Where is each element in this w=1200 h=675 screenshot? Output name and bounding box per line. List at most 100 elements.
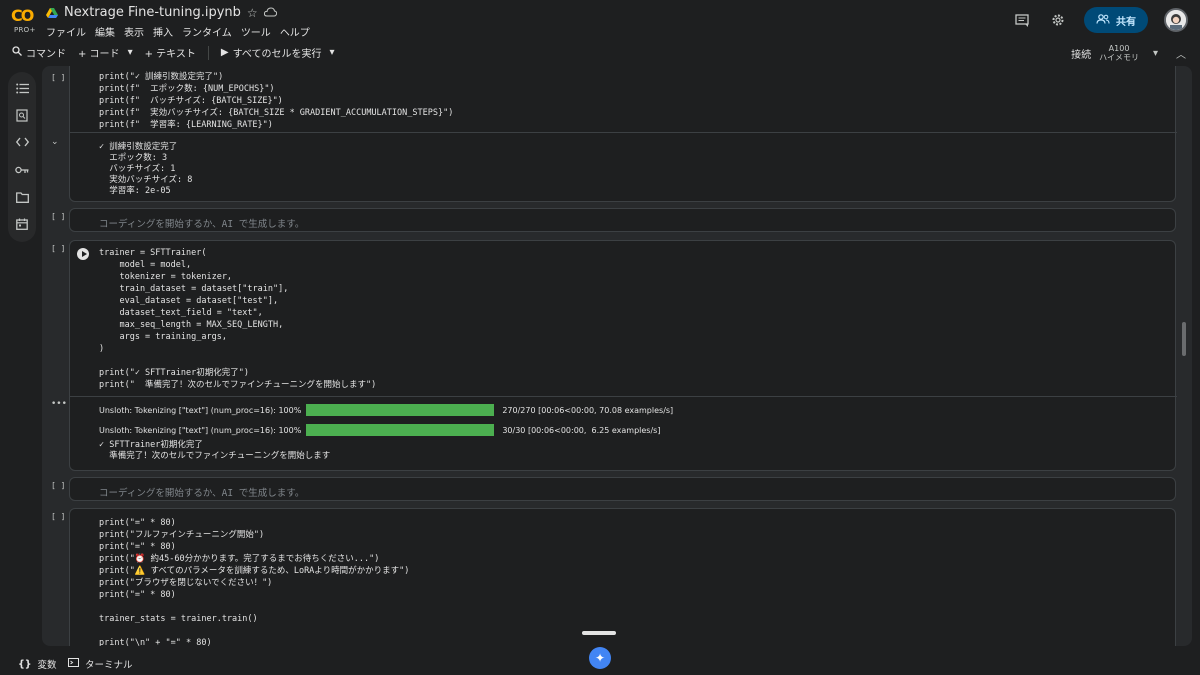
- output-line: 準備完了！次のセルでファインチューニングを開始します: [99, 451, 331, 461]
- menu-edit[interactable]: 編集: [95, 24, 115, 39]
- output-line: エポック数: 3: [99, 153, 168, 163]
- run-cell-button[interactable]: [77, 248, 89, 260]
- code-line: print("=" * 80): [99, 518, 176, 528]
- menu-tools[interactable]: ツール: [241, 24, 271, 39]
- code-line: args = training_args,: [99, 332, 227, 342]
- empty-code-cell[interactable]: [ ] コーディングを開始するか、AI で生成します。: [51, 477, 1176, 501]
- comment-icon[interactable]: [1012, 10, 1032, 30]
- share-button[interactable]: 共有: [1084, 7, 1148, 33]
- code-line: print("=" * 80): [99, 590, 176, 600]
- logo-text: CO: [11, 6, 34, 25]
- code-snippets-icon[interactable]: [15, 135, 29, 149]
- collapse-chevron-up-icon[interactable]: ︿: [1176, 46, 1186, 61]
- drive-icon: [46, 7, 58, 18]
- tokenize-progress-row: Unsloth: Tokenizing ["text"] (num_proc=1…: [99, 424, 660, 436]
- code-line: print("フルファインチューニング開始"): [99, 530, 265, 540]
- sparkle-icon: ✦: [594, 651, 606, 665]
- output-divider: [70, 132, 1177, 133]
- code-line: print("✓ SFTTrainer初期化完了"): [99, 368, 249, 378]
- calendar-schedule-icon[interactable]: [15, 217, 29, 231]
- menu-help[interactable]: ヘルプ: [280, 24, 310, 39]
- notebook-toolbar: コマンド + コード ▾ + テキスト ▶ すべてのセルを実行 ▾ 接続 A10…: [0, 40, 1200, 65]
- play-icon: ▶: [220, 47, 229, 58]
- menu-insert[interactable]: 挿入: [153, 24, 173, 39]
- code-cell-train[interactable]: [ ] print("=" * 80) print("フルファインチューニング開…: [51, 508, 1176, 646]
- code-cell-sfttrainer[interactable]: [ ] trainer = SFTTrainer( model = model,…: [51, 240, 1177, 471]
- code-line: model = model,: [99, 260, 192, 270]
- command-palette-button[interactable]: コマンド: [12, 45, 66, 60]
- terminal-button[interactable]: ターミナル: [68, 657, 133, 671]
- user-avatar[interactable]: [1164, 8, 1188, 32]
- runtime-resource-indicator[interactable]: A100 ハイメモリ: [1099, 44, 1139, 62]
- cell-execution-bracket[interactable]: [ ]: [51, 481, 65, 490]
- code-line: print("⏰ 約45-60分かかります。完了するまでお待ちください..."): [99, 554, 380, 564]
- code-line: print("\n" + "=" * 80): [99, 638, 212, 646]
- star-icon[interactable]: ☆: [247, 6, 258, 20]
- progress-bar: [306, 424, 495, 436]
- cell-execution-bracket[interactable]: [ ]: [51, 73, 65, 82]
- terminal-icon: [68, 658, 79, 670]
- plan-badge: PRO+: [14, 26, 36, 34]
- output-line: 学習率: 2e-05: [99, 186, 171, 196]
- variables-button[interactable]: {} 変数: [18, 657, 57, 672]
- chevron-down-icon: ▾: [127, 47, 133, 58]
- gpu-label: A100: [1108, 44, 1130, 53]
- code-line: print(f" 学習率: {LEARNING_RATE}"): [99, 120, 273, 130]
- braces-icon: {}: [18, 658, 32, 670]
- code-line: print(f" 実効バッチサイズ: {BATCH_SIZE * GRADIEN…: [99, 108, 454, 118]
- toolbar-divider: [207, 45, 209, 60]
- vertical-scrollbar[interactable]: [1182, 322, 1186, 356]
- find-replace-icon[interactable]: [15, 108, 29, 122]
- colab-logo[interactable]: CO PRO+: [10, 6, 38, 34]
- secrets-key-icon[interactable]: [15, 163, 29, 177]
- add-code-button[interactable]: + コード: [78, 45, 120, 60]
- run-all-button[interactable]: ▶ すべてのセルを実行: [221, 45, 322, 60]
- code-line: trainer = SFTTrainer(: [99, 248, 207, 258]
- settings-gear-icon[interactable]: [1048, 10, 1068, 30]
- folder-icon[interactable]: [15, 190, 29, 204]
- empty-code-cell[interactable]: [ ] コーディングを開始するか、AI で生成します。: [51, 208, 1176, 232]
- code-cell-training-args[interactable]: [ ] print("✓ 訓練引数設定完了") print(f" エポック数: …: [51, 66, 1177, 202]
- notebook-title[interactable]: Nextrage Fine-tuning.ipynb: [64, 5, 241, 20]
- cell-execution-bracket[interactable]: [ ]: [51, 512, 65, 521]
- add-text-button[interactable]: + テキスト: [145, 45, 196, 60]
- chevron-down-icon: ▾: [329, 47, 335, 58]
- code-line: print(f" エポック数: {NUM_EPOCHS}"): [99, 84, 275, 94]
- menu-bar: ファイル 編集 表示 挿入 ランタイム ツール ヘルプ: [46, 24, 310, 39]
- code-line: print("✓ 訓練引数設定完了"): [99, 72, 224, 82]
- more-options-ellipsis-icon[interactable]: •••: [51, 399, 67, 409]
- connect-label: 接続: [1071, 49, 1092, 61]
- output-line: ✓ 訓練引数設定完了: [99, 142, 178, 152]
- progress-label: Unsloth: Tokenizing ["text"] (num_proc=1…: [99, 405, 302, 415]
- panel-resize-handle[interactable]: [582, 631, 616, 635]
- menu-view[interactable]: 表示: [124, 24, 144, 39]
- share-label: 共有: [1116, 16, 1136, 28]
- output-line: 実効バッチサイズ: 8: [99, 175, 193, 185]
- left-sidebar: [8, 72, 36, 242]
- run-all-dropdown[interactable]: ▾: [329, 47, 334, 58]
- terminal-label: ターミナル: [85, 660, 133, 671]
- cloud-saved-icon[interactable]: [263, 6, 277, 20]
- code-line: print("=" * 80): [99, 542, 176, 552]
- add-code-dropdown[interactable]: ▾: [128, 47, 133, 58]
- connect-button[interactable]: 接続: [1071, 46, 1091, 61]
- command-label: コマンド: [26, 49, 66, 60]
- menu-runtime[interactable]: ランタイム: [182, 24, 232, 39]
- code-line: tokenizer = tokenizer,: [99, 272, 233, 282]
- progress-stats: 30/30 [00:06<00:00, 6.25 examples/s]: [502, 425, 661, 435]
- cell-output: ✓ 訓練引数設定完了 エポック数: 3 バッチサイズ: 1 実効バッチサイズ: …: [99, 142, 192, 197]
- variables-label: 変数: [37, 660, 57, 671]
- progress-label: Unsloth: Tokenizing ["text"] (num_proc=1…: [99, 425, 302, 435]
- gemini-sparkle-button[interactable]: ✦: [589, 647, 611, 669]
- notebook-panel: [ ] print("✓ 訓練引数設定完了") print(f" エポック数: …: [42, 66, 1192, 646]
- table-of-contents-icon[interactable]: [15, 81, 29, 95]
- progress-stats: 270/270 [00:06<00:00, 70.08 examples/s]: [502, 405, 674, 415]
- cell-execution-bracket[interactable]: [ ]: [51, 212, 65, 221]
- code-line: dataset_text_field = "text",: [99, 308, 263, 318]
- collapse-output-chevron-icon[interactable]: ⌄: [51, 137, 59, 147]
- code-line: trainer_stats = trainer.train(): [99, 614, 258, 624]
- runtime-dropdown-chevron-icon[interactable]: ▾: [1153, 48, 1158, 59]
- menu-file[interactable]: ファイル: [46, 24, 86, 39]
- cell-execution-bracket[interactable]: [ ]: [51, 244, 65, 253]
